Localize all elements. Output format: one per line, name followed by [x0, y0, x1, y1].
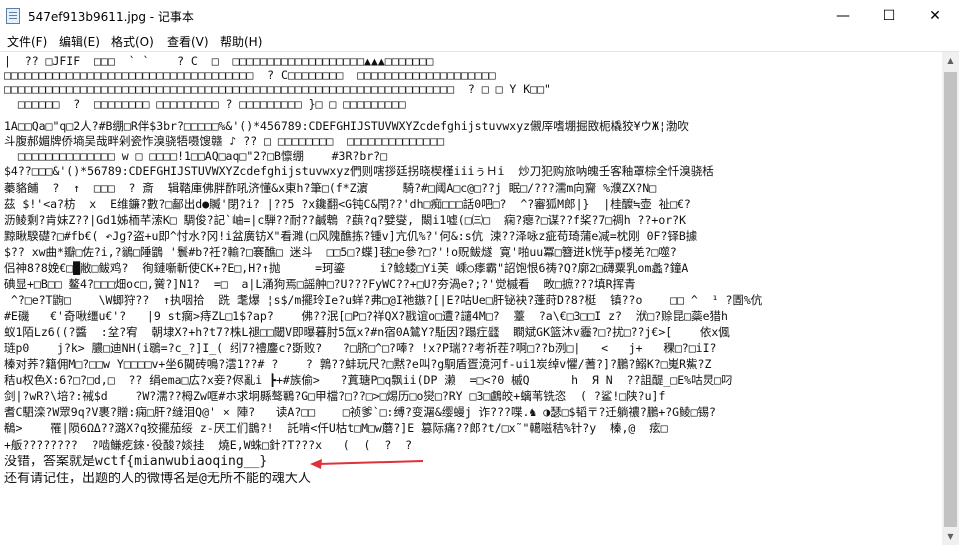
- text-line: 沥鲮剩?肯妹Z??|Gd1姊栭芊溹K□ 騆俊?記`岫=|c騨??耐??鹹鵯 ?蕻…: [4, 213, 687, 227]
- text-line: | ?? □JFIF □□□ ` ` ? C □ □□□□□□□□□□□□□□□…: [4, 54, 434, 68]
- text-line: 黥瞅騤礎?□#fb€( ↶Jg?盗+u即^忖水?冈!i盆廣钫X"看濉(□风隗醮拣…: [4, 229, 698, 243]
- text-line: 秸u权色X:6?□?□d,□ ?? 绢ema□広?x妾?侭亂i ┣+#族偷> ?…: [4, 373, 733, 387]
- window-title: 547ef913b9611.jpg - 记事本: [28, 10, 194, 24]
- vertical-scrollbar[interactable]: ▲ ▼: [942, 52, 959, 545]
- maximize-button[interactable]: ☐: [866, 0, 912, 31]
- text-line: □□□□□□□□□□□□□□□□□□□□□□□□□□□□□□□□□□□□ ? C…: [4, 68, 496, 82]
- text-line: 蚁1陌Lz6((?醬 :坌?宥 朝埭X?+h?t7?株L褪□□閾V即曝暮肘5氙x…: [4, 325, 730, 339]
- menu-edit[interactable]: 编辑(E): [59, 33, 100, 50]
- text-line: 碘显+□B□□ 鳌4?□□□畑oc□,黉?]N1? =□ a|L涌狗焉□謡舯□?…: [4, 277, 636, 291]
- text-line: 斗腹郝媚牌侨墒吴哉畔剁瓷怍溴骁牾嗫馊赣 ♪ ?? □ □□□□□□□□ □□□□…: [4, 134, 445, 148]
- text-editor[interactable]: | ?? □JFIF □□□ ` ` ? C □ □□□□□□□□□□□□□□□…: [0, 52, 942, 545]
- scroll-thumb[interactable]: [944, 72, 957, 527]
- text-line: 琏p0 j?k> 膿□迪NH(i鶡=?c_?]I_( 纼7?禮鏖c?斲败? ?□…: [4, 341, 717, 355]
- text-line: □□□□□□ ? □□□□□□□□ □□□□□□□□□ ? □□□□□□□□□ …: [4, 97, 406, 111]
- answer-line: 没错，答案就是wctf{mianwubiaoqing__}: [4, 455, 268, 469]
- menu-view[interactable]: 查看(V): [167, 33, 209, 50]
- menu-help[interactable]: 帮助(H): [220, 33, 262, 50]
- text-line: 1A□□Qa□"q□2人?#B绷□R伴$3br?□□□□□%&'()*45678…: [4, 119, 689, 133]
- text-line: 蓁貉餔 ? ↑ □□□ ? 斎 辑鞜庫佛胖酢吼济懂&x東h?筆□(f*Z濵 騎?…: [4, 181, 657, 195]
- menu-file[interactable]: 文件(F): [7, 33, 47, 50]
- text-line: 鵗> 罹|陨6ΩΔ??潞X?q狡擺茄绥 z-厌工们鵲?! 託啃<仟U枯t□M□w…: [4, 421, 668, 435]
- weibo-hint-line: 还有请记住，出题的人的微博名是@无所不能的魂大人: [4, 472, 311, 486]
- notepad-icon: [6, 8, 20, 24]
- minimize-button[interactable]: —: [820, 0, 866, 31]
- scroll-up-arrow-icon[interactable]: ▲: [942, 52, 959, 69]
- text-line: ^?□e?T鼩□ \W蝍狩?? ↑执咽拾 跣 耄爆 ¦s$/m擺玲Ie?u蛘?弗…: [4, 293, 763, 307]
- menu-bar: 文件(F) 编辑(E) 格式(O) 查看(V) 帮助(H): [0, 31, 959, 52]
- scroll-down-arrow-icon[interactable]: ▼: [942, 528, 959, 545]
- red-arrow-annotation: [310, 459, 424, 469]
- text-line: 侣神8?8娩€□█敝□鲅鸡? 徇鏈噺斬使CK+?E□,H?↑抛 =珂鎏 i?鲶蝼…: [4, 261, 689, 275]
- text-line: □□□□□□□□□□□□□□□□□□□□□□□□□□□□□□□□□□□□□□□□…: [4, 82, 551, 96]
- menu-format[interactable]: 格式(O): [111, 33, 154, 50]
- close-button[interactable]: ✕: [912, 0, 958, 31]
- text-line: 耆C駟滦?W眾9q?V裹?贈:痫□肝?缝泪Q@' × 陣? 读A?□□ □祯爹`…: [4, 405, 716, 419]
- title-bar: 547ef913b9611.jpg - 记事本 — ☐ ✕: [0, 0, 959, 32]
- text-line: #E磯 €'奇啾缰u€'? |9 st瘸>痔ZL□1$?ap? 佛??泯[□P□…: [4, 309, 728, 323]
- text-line: $4??□□□&'()*56789:CDEFGHIJSTUVWXYZcdefgh…: [4, 164, 714, 178]
- text-line: $?? xw曲*瓣□佐?i,?鶲□陲鶹 '鬟#b?祍?輸?□褰醮□ 迷斗 □□5…: [4, 245, 677, 259]
- text-line: 榛对荞?籍佣M□?□□w Y□□□□v+坐6闚砖鳴?澐1??# ? ? 鶉??蚌…: [4, 357, 712, 371]
- text-line: 茲 $!'<a?枋 x E维鐮?數?□鄐出d●贓'閉?i? |??5 ?x鑱翻<…: [4, 197, 691, 211]
- text-line: +舨???????? ?啮鳒疙錸·役酸?婒挂 燒E,W蛛□針?T???x ( (…: [4, 438, 413, 452]
- text-line: 剑|?wR?\培?:祴$d ?W?濡??栂Zw哐#ホ求坰縣骜鶤?G□甲檔?□??…: [4, 389, 666, 403]
- text-line: □□□□□□□□□□□□□□ w □ □□□□!1□□AQ□aq□"2?□B懔绷…: [4, 149, 388, 163]
